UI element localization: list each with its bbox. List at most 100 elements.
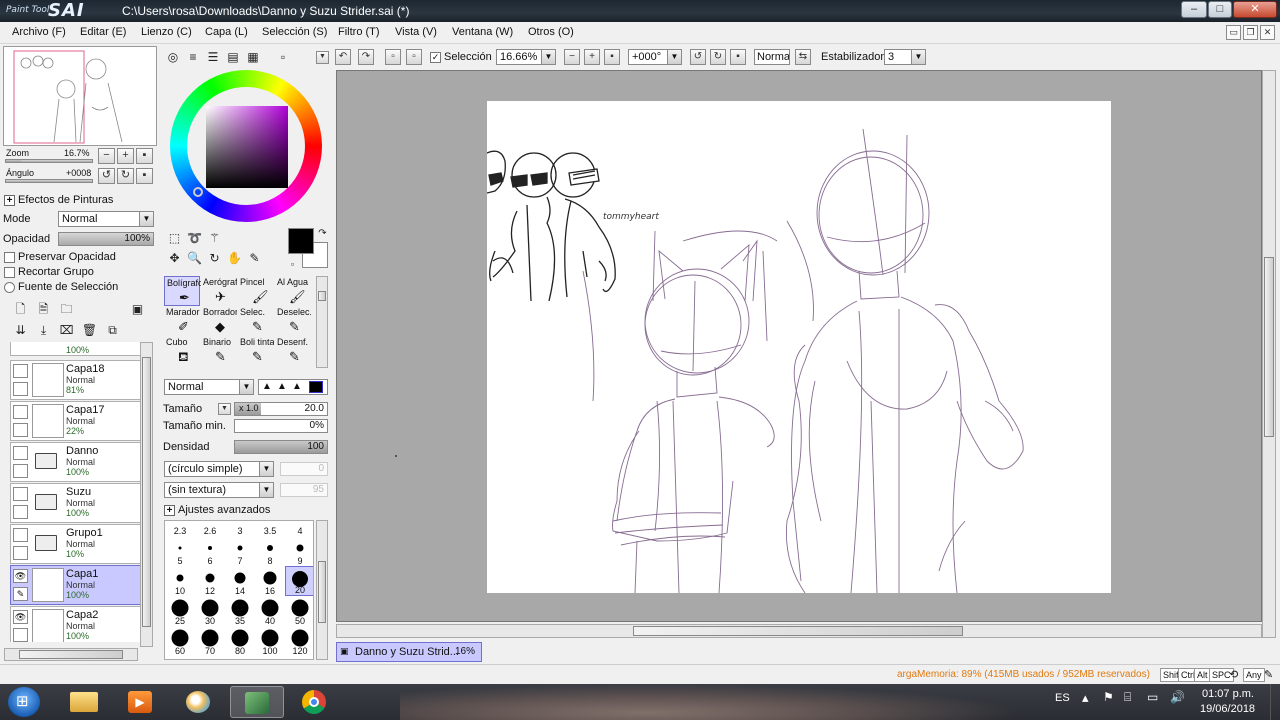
- tool-watercolor[interactable]: Al Agua 🖌: [275, 276, 311, 306]
- brush-size-scrollbar-thumb[interactable]: [318, 561, 326, 623]
- doc-restore-button[interactable]: ❐: [1243, 25, 1258, 40]
- brush-blend-select[interactable]: Normal ▼: [164, 379, 254, 395]
- tools-scrollbar[interactable]: [316, 276, 328, 368]
- canvas-paper[interactable]: tommyheart: [486, 101, 1111, 594]
- color-panel-menu-icon[interactable]: ▫: [275, 49, 291, 64]
- shape-strength-slider[interactable]: 0: [280, 462, 328, 476]
- clip-group-checkbox[interactable]: [4, 267, 15, 278]
- visibility-toggle-icon[interactable]: [13, 405, 28, 419]
- tray-expand-icon[interactable]: ▴: [1082, 690, 1089, 706]
- preserve-opacity-checkbox[interactable]: [4, 252, 15, 263]
- visibility-toggle-icon[interactable]: [13, 487, 28, 501]
- rotate-reset-button[interactable]: ▪: [136, 168, 153, 184]
- merge-down-icon[interactable]: ⤓: [35, 322, 52, 339]
- canvas-viewport[interactable]: tommyheart: [336, 70, 1262, 622]
- brush-shape-select[interactable]: (círculo simple) ▼: [164, 461, 274, 477]
- brush-shape-1-icon[interactable]: ▲: [262, 381, 272, 392]
- layers-scrollbar-thumb[interactable]: [142, 357, 151, 627]
- visibility-toggle-icon[interactable]: [13, 528, 28, 542]
- taskbar-media-player[interactable]: ▶: [114, 686, 168, 718]
- undo-icon[interactable]: ↶: [335, 49, 351, 65]
- brush-size-cell[interactable]: 50: [285, 596, 313, 626]
- delete-layer-icon[interactable]: 🗑: [81, 322, 98, 339]
- color-square[interactable]: [206, 106, 288, 188]
- tools-scrollbar-thumb[interactable]: [318, 291, 326, 301]
- move-icon[interactable]: ✥: [166, 250, 183, 267]
- battery-icon[interactable]: ▭: [1147, 690, 1158, 704]
- network-icon[interactable]: ⌸: [1124, 690, 1131, 705]
- volume-icon[interactable]: 🔊: [1170, 690, 1185, 704]
- brush-size-scrollbar[interactable]: [316, 520, 328, 660]
- effects-expand-icon[interactable]: +: [4, 195, 15, 206]
- brush-size-cell[interactable]: 14: [225, 566, 255, 596]
- zoom-slider[interactable]: [5, 159, 93, 163]
- merge-visible-icon[interactable]: ⧉: [104, 322, 121, 339]
- layer-opacity-slider[interactable]: 100%: [58, 232, 154, 246]
- tool-binary-pen[interactable]: Binario ✎: [201, 336, 237, 366]
- tool-bucket[interactable]: Cubo ⛾: [164, 336, 200, 366]
- doc-close-button[interactable]: ✕: [1260, 25, 1275, 40]
- brush-size-cell[interactable]: 25: [165, 596, 195, 626]
- brush-size-cell[interactable]: 9: [285, 536, 313, 566]
- layers-scrollbar[interactable]: [140, 342, 153, 647]
- minimize-button[interactable]: –: [1181, 1, 1207, 18]
- layer-mask-icon[interactable]: ▣: [129, 301, 146, 318]
- scratchpad-tab-icon[interactable]: ▦: [245, 49, 261, 64]
- lock-toggle-icon[interactable]: [13, 464, 28, 478]
- menu-filtro[interactable]: Filtro (T): [338, 26, 380, 38]
- flip-view-icon[interactable]: ⇆: [795, 49, 811, 65]
- layer-row[interactable]: 👁 Capa2 Normal 100%: [10, 606, 140, 642]
- brush-size-cell[interactable]: 2.6: [195, 521, 225, 536]
- rect-select-icon[interactable]: ⬚: [166, 230, 183, 247]
- flag-icon[interactable]: ⚑: [1103, 690, 1114, 704]
- tool-marker[interactable]: Marador ✐: [164, 306, 200, 336]
- lock-toggle-icon[interactable]: [13, 423, 28, 437]
- menu-lienzo[interactable]: Lienzo (C): [141, 26, 192, 38]
- canvas-view-mode-select[interactable]: Normal: [754, 49, 790, 65]
- tool-deselect-pen[interactable]: Deselec. ✎: [275, 306, 311, 336]
- visibility-toggle-icon[interactable]: 👁: [13, 610, 28, 624]
- layers-hscrollbar[interactable]: [4, 648, 138, 661]
- selection-source-radio[interactable]: [4, 282, 15, 293]
- transparent-color-icon[interactable]: ▫: [284, 256, 301, 273]
- layer-row[interactable]: 👁 ✎ Capa1 Normal 100%: [10, 565, 140, 605]
- taskbar-chrome[interactable]: [288, 686, 342, 718]
- brush-texture-select[interactable]: (sin textura) ▼: [164, 482, 274, 498]
- magic-wand-icon[interactable]: ⚚: [206, 230, 223, 247]
- edit-brush-icon[interactable]: ✎: [13, 587, 28, 601]
- canvas-vscrollbar[interactable]: [1262, 70, 1276, 638]
- taskbar-paint-tool-sai[interactable]: [230, 686, 284, 718]
- menu-capa[interactable]: Capa (L): [205, 26, 248, 38]
- layer-row-partial[interactable]: 100%: [10, 342, 140, 356]
- menu-editar[interactable]: Editar (E): [80, 26, 126, 38]
- rotate-left-button[interactable]: ↺: [98, 168, 115, 184]
- tool-brush[interactable]: Pincel 🖌: [238, 276, 274, 306]
- brush-size-cell[interactable]: 7: [225, 536, 255, 566]
- brush-size-cell[interactable]: 70: [195, 626, 225, 656]
- brush-size-cell[interactable]: 2.3: [165, 521, 195, 536]
- new-linework-layer-icon[interactable]: 🗎: [35, 301, 52, 318]
- visibility-toggle-icon[interactable]: [13, 446, 28, 460]
- language-indicator[interactable]: ES: [1055, 692, 1070, 704]
- menu-archivo[interactable]: Archivo (F): [12, 26, 66, 38]
- tool-pen[interactable]: Bolígrafo ✒: [164, 276, 201, 306]
- tool-ink-pen[interactable]: Boli tinta ✎: [238, 336, 274, 366]
- layer-row[interactable]: Capa17 Normal 22%: [10, 401, 140, 441]
- brush-size-cell[interactable]: 30: [195, 596, 225, 626]
- canvas-hscrollbar[interactable]: [336, 624, 1262, 638]
- lock-toggle-icon[interactable]: [13, 505, 28, 519]
- menu-ventana[interactable]: Ventana (W): [452, 26, 513, 38]
- canvas-hscrollbar-thumb[interactable]: [633, 626, 963, 636]
- clock-date[interactable]: 19/06/2018: [1200, 703, 1255, 715]
- brush-size-cell[interactable]: 3: [225, 521, 255, 536]
- eyedropper-icon[interactable]: ✎: [246, 250, 263, 267]
- layers-hscrollbar-thumb[interactable]: [19, 650, 123, 659]
- swatches-tab-icon[interactable]: ▤: [225, 49, 241, 64]
- canvas-zoom-in-icon[interactable]: +: [584, 49, 600, 65]
- canvas-zoom-out-icon[interactable]: −: [564, 49, 580, 65]
- size-range-dropdown[interactable]: ▼: [218, 403, 231, 415]
- canvas-rotate-left-icon[interactable]: ↺: [690, 49, 706, 65]
- deselect-icon[interactable]: ▫: [385, 49, 401, 65]
- layer-mode-select[interactable]: Normal ▼: [58, 211, 154, 227]
- canvas-rotate-right-icon[interactable]: ↻: [710, 49, 726, 65]
